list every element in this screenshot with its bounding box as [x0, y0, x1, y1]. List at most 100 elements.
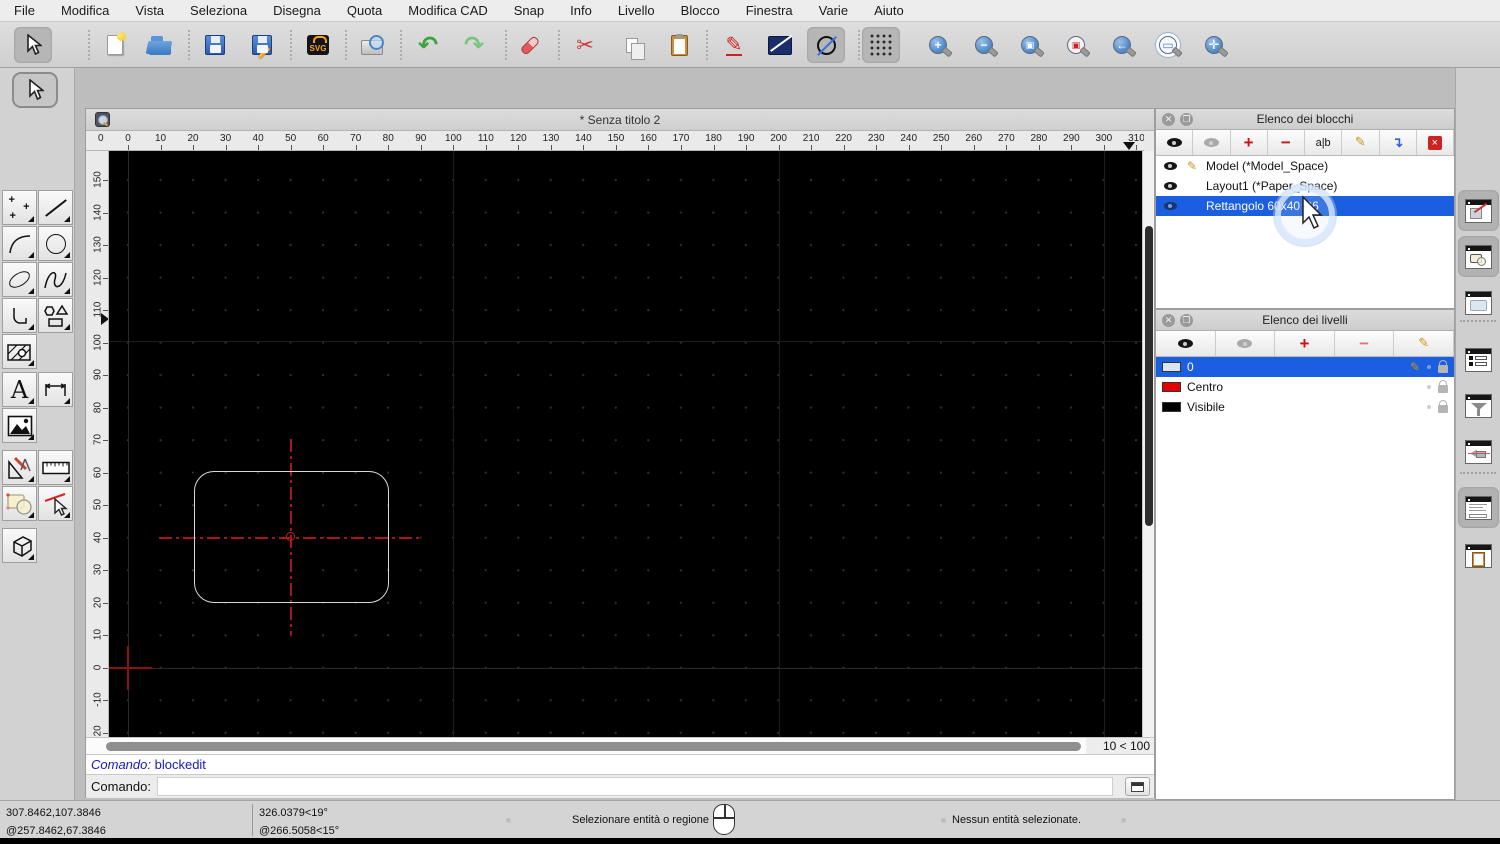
circle-tool[interactable]: [38, 226, 73, 261]
add-block-button[interactable]: +: [1231, 130, 1268, 155]
print-preview-icon[interactable]: [353, 27, 391, 63]
detach-command-button[interactable]: [1125, 777, 1150, 796]
zoom-window-icon[interactable]: ▭: [1149, 27, 1187, 63]
cut-icon[interactable]: ✂: [566, 27, 604, 63]
drawing-canvas[interactable]: [109, 151, 1144, 737]
menu-finestra[interactable]: Finestra: [746, 3, 793, 18]
menu-vista[interactable]: Vista: [135, 3, 164, 18]
zoom-previous-icon[interactable]: ←: [1103, 27, 1141, 63]
drawing-title-bar[interactable]: * Senza titolo 2: [86, 109, 1154, 131]
select-region-tool[interactable]: [2, 486, 37, 521]
selection-arrow-tool[interactable]: [12, 72, 58, 108]
arc-tool[interactable]: [2, 226, 37, 261]
draft-mode-icon[interactable]: [807, 27, 845, 63]
redo-icon[interactable]: ↷: [455, 27, 493, 63]
save-icon[interactable]: [196, 27, 234, 63]
visibility-toggle[interactable]: [1162, 162, 1178, 170]
menu-file[interactable]: File: [14, 3, 35, 18]
remove-block-button[interactable]: −: [1268, 130, 1305, 155]
layer-color-swatch[interactable]: [1162, 382, 1181, 392]
layer-color-swatch[interactable]: [1162, 362, 1181, 372]
rename-block-button[interactable]: a|b: [1305, 130, 1342, 155]
spline-tool[interactable]: [38, 262, 73, 297]
remove-layer-button[interactable]: −: [1335, 331, 1395, 356]
visibility-toggle[interactable]: [1162, 182, 1178, 190]
modify-tool[interactable]: [2, 450, 37, 485]
eraser-icon[interactable]: [511, 27, 549, 63]
text-tool[interactable]: A: [2, 372, 37, 407]
menu-modifica-cad[interactable]: Modifica CAD: [408, 3, 487, 18]
pan-icon[interactable]: ✛: [1195, 27, 1233, 63]
paste-icon[interactable]: [660, 27, 698, 63]
command-input[interactable]: [157, 777, 1113, 796]
vertical-scrollbar-thumb[interactable]: [1145, 226, 1153, 526]
library-browser-dock-button[interactable]: [1458, 282, 1499, 323]
close-icon[interactable]: ✕: [1162, 113, 1175, 126]
zoom-out-icon[interactable]: −: [965, 27, 1003, 63]
pen-palette-dock-button[interactable]: [1458, 431, 1499, 472]
show-all-layers-button[interactable]: [1156, 331, 1216, 356]
layer-row[interactable]: 0✎: [1156, 357, 1454, 377]
pen-icon[interactable]: ✎: [715, 27, 753, 63]
line-properties-icon[interactable]: [761, 27, 799, 63]
image-tool[interactable]: [2, 408, 37, 443]
command-line-dock-button[interactable]: [1458, 487, 1499, 528]
clipboard-dock-button[interactable]: [1458, 535, 1499, 576]
polyline-tool[interactable]: [2, 298, 37, 333]
solid-3d-tool[interactable]: [2, 528, 37, 563]
hide-all-layers-button[interactable]: [1216, 331, 1276, 356]
menu-quota[interactable]: Quota: [347, 3, 382, 18]
points-tool[interactable]: +++: [2, 190, 37, 225]
zoom-auto-icon[interactable]: ▣: [1011, 27, 1049, 63]
open-file-icon[interactable]: [141, 27, 179, 63]
menu-livello[interactable]: Livello: [618, 3, 655, 18]
ellipse-tool[interactable]: [2, 262, 37, 297]
menu-varie[interactable]: Varie: [819, 3, 848, 18]
float-icon[interactable]: ❐: [1180, 314, 1193, 327]
edit-layer-button[interactable]: ✎: [1394, 331, 1454, 356]
menu-seleziona[interactable]: Seleziona: [190, 3, 247, 18]
float-icon[interactable]: ❐: [1180, 113, 1193, 126]
menu-info[interactable]: Info: [570, 3, 592, 18]
block-list-dock-button[interactable]: [1458, 190, 1499, 231]
insert-block-button[interactable]: ↴: [1380, 130, 1417, 155]
visibility-toggle[interactable]: [1162, 202, 1178, 210]
select-arrow-icon[interactable]: [14, 27, 52, 63]
grid-toggle-icon[interactable]: [862, 27, 900, 63]
menu-modifica[interactable]: Modifica: [61, 3, 109, 18]
menu-disegna[interactable]: Disegna: [273, 3, 321, 18]
menu-aiuto[interactable]: Aiuto: [874, 3, 904, 18]
polygon-tool[interactable]: [38, 298, 73, 333]
block-row[interactable]: ✎Model (*Model_Space): [1156, 156, 1454, 176]
selection-filter-dock-button[interactable]: [1458, 385, 1499, 426]
edit-block-button[interactable]: ✎: [1342, 130, 1379, 155]
layer-row[interactable]: Visibile: [1156, 397, 1454, 417]
show-all-blocks-button[interactable]: [1156, 130, 1193, 155]
layer-color-swatch[interactable]: [1162, 402, 1181, 412]
horizontal-scrollbar-thumb[interactable]: [106, 742, 1081, 751]
zoom-in-icon[interactable]: +: [919, 27, 957, 63]
zoom-redraw-icon[interactable]: ▣: [1057, 27, 1095, 63]
save-as-icon[interactable]: [243, 27, 281, 63]
vertical-scrollbar[interactable]: [1142, 151, 1154, 737]
lock-icon[interactable]: [1438, 385, 1448, 393]
hide-all-blocks-button[interactable]: [1193, 130, 1230, 155]
measure-tool[interactable]: [38, 450, 73, 485]
line-tool[interactable]: [38, 190, 73, 225]
deselect-tool[interactable]: [38, 486, 73, 521]
block-row[interactable]: Layout1 (*Paper_Space): [1156, 176, 1454, 196]
new-file-icon[interactable]: [96, 27, 134, 63]
layer-row[interactable]: Centro: [1156, 377, 1454, 397]
menu-blocco[interactable]: Blocco: [681, 3, 720, 18]
add-layer-button[interactable]: +: [1275, 331, 1335, 356]
hatch-tool[interactable]: [2, 334, 37, 369]
layer-list-dock-button[interactable]: [1458, 236, 1499, 277]
menu-snap[interactable]: Snap: [514, 3, 544, 18]
undo-icon[interactable]: ↶: [409, 27, 447, 63]
close-icon[interactable]: ✕: [1162, 314, 1175, 327]
svg-export-icon[interactable]: SVG: [299, 27, 337, 63]
copy-icon[interactable]: [613, 27, 651, 63]
block-row[interactable]: Rettangolo 60x40 R6: [1156, 196, 1454, 216]
horizontal-scrollbar[interactable]: [86, 738, 1086, 755]
lock-icon[interactable]: [1438, 365, 1448, 373]
